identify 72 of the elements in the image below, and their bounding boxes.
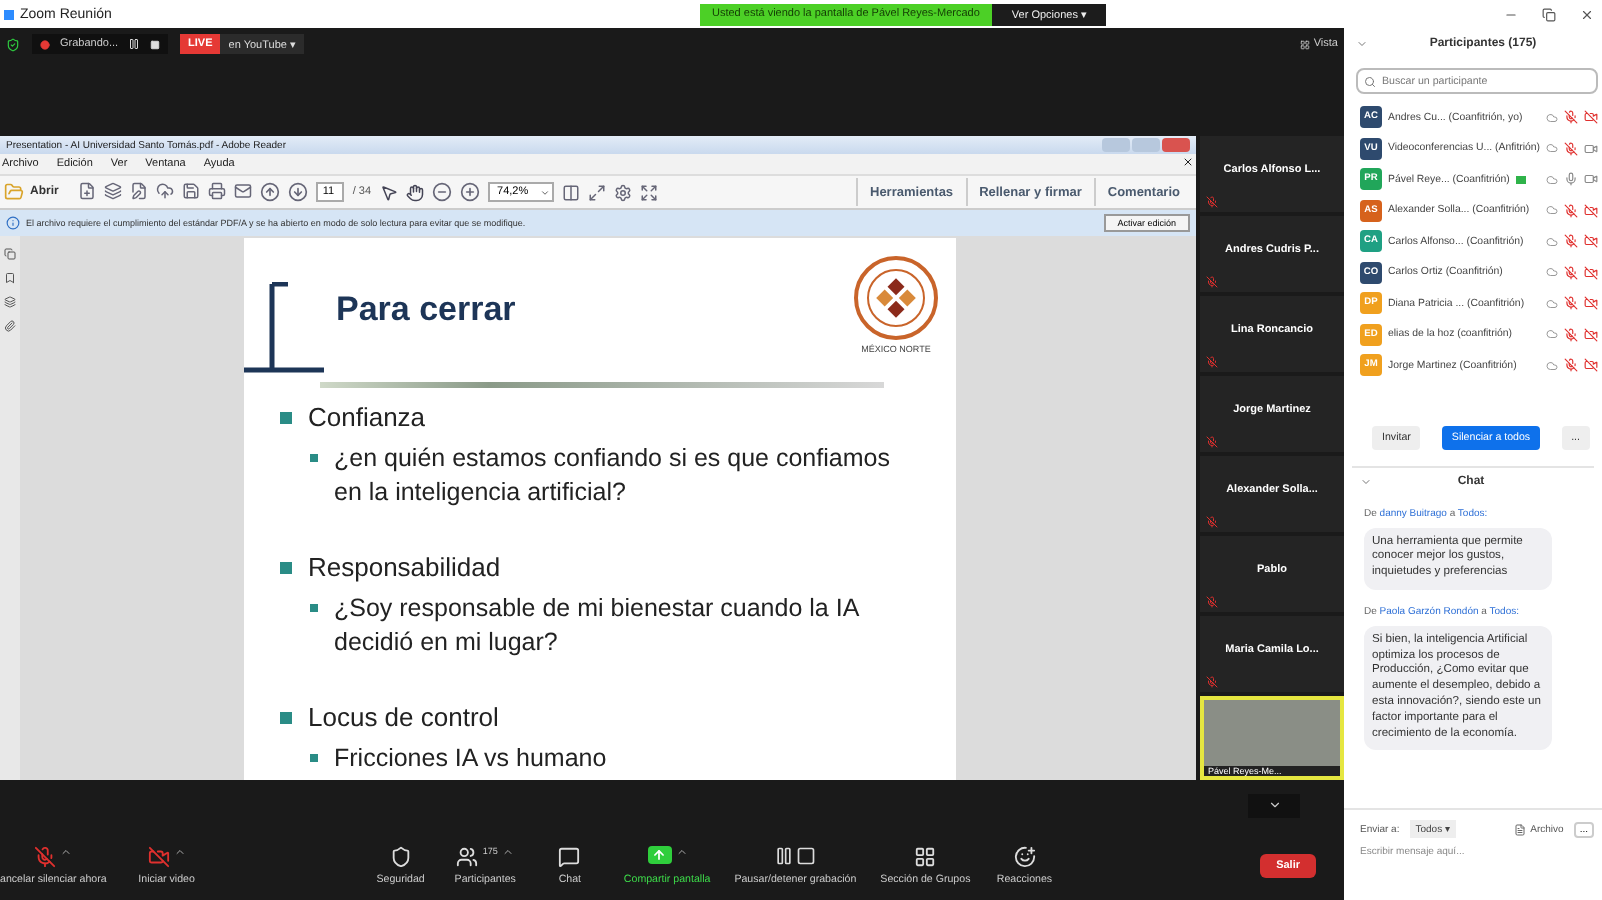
cloud-upload-icon[interactable] bbox=[156, 182, 175, 200]
hand-icon[interactable] bbox=[405, 183, 424, 201]
app-logo-icon bbox=[4, 9, 14, 19]
close-icon[interactable] bbox=[1580, 7, 1594, 21]
zoom-in-icon[interactable] bbox=[459, 182, 480, 202]
expand-icon[interactable] bbox=[640, 183, 659, 201]
cloud-icon bbox=[1546, 328, 1558, 341]
bullet-icon bbox=[280, 562, 292, 574]
cloud-icon bbox=[1546, 142, 1559, 155]
search-icon bbox=[1364, 76, 1376, 88]
bullet-icon bbox=[280, 412, 292, 424]
layers-icon[interactable] bbox=[4, 296, 16, 308]
new-file-icon[interactable] bbox=[78, 182, 97, 200]
printer-icon[interactable] bbox=[208, 182, 227, 200]
folder-icon bbox=[4, 182, 24, 202]
bullet-text: Locus de control bbox=[308, 702, 499, 734]
bullet-icon bbox=[310, 454, 318, 462]
bullet-icon bbox=[310, 754, 318, 762]
stop-icon[interactable] bbox=[150, 39, 161, 49]
cloud-icon bbox=[1546, 235, 1558, 248]
save-icon[interactable] bbox=[182, 182, 201, 200]
chat-bubble-icon bbox=[558, 845, 581, 867]
cloud-icon bbox=[1546, 359, 1558, 372]
edit-document-icon[interactable] bbox=[130, 182, 149, 200]
people-icon bbox=[456, 845, 479, 867]
layers-icon[interactable] bbox=[104, 182, 123, 200]
bookmark-icon[interactable] bbox=[4, 272, 16, 284]
caret-icon bbox=[540, 187, 551, 197]
caret-icon[interactable] bbox=[501, 845, 514, 857]
pointer-icon[interactable] bbox=[379, 183, 398, 201]
record-dot-icon bbox=[40, 39, 50, 49]
grid-icon bbox=[914, 845, 937, 867]
bullet-text: Confianza bbox=[308, 402, 426, 434]
sub-bullet-text: ¿en quién estamos confiando si es que confiamos en la inteligencia artificial? bbox=[334, 442, 892, 510]
university-crest-icon bbox=[852, 254, 940, 342]
grid-icon bbox=[1299, 39, 1310, 49]
share-screen-icon bbox=[647, 845, 672, 863]
pause-stop-icon bbox=[774, 845, 817, 865]
restore-icon[interactable] bbox=[1542, 7, 1556, 21]
document-icon bbox=[1514, 823, 1527, 835]
caret-icon[interactable] bbox=[60, 845, 73, 857]
caret-icon[interactable] bbox=[675, 845, 688, 857]
zoom-out-icon[interactable] bbox=[431, 182, 452, 202]
cloud-icon bbox=[1546, 111, 1558, 124]
gear-icon[interactable] bbox=[614, 183, 633, 201]
sub-bullet-text: Fricciones IA vs humano bbox=[334, 742, 607, 776]
shield-icon bbox=[389, 845, 412, 867]
page-fit-icon[interactable] bbox=[562, 183, 581, 201]
slide-title: Para cerrar bbox=[336, 290, 516, 330]
paperclip-icon[interactable] bbox=[4, 320, 16, 332]
cloud-icon bbox=[1546, 266, 1558, 279]
title-bracket-drawing bbox=[244, 282, 324, 374]
chevron-down-icon bbox=[1267, 798, 1281, 812]
cloud-icon bbox=[1546, 297, 1558, 310]
bullet-icon bbox=[310, 604, 318, 612]
full-width-icon[interactable] bbox=[588, 183, 607, 201]
mail-icon[interactable] bbox=[234, 182, 253, 200]
pause-icon[interactable] bbox=[128, 38, 141, 50]
info-icon bbox=[6, 216, 20, 230]
shield-check-icon bbox=[6, 37, 20, 51]
photo-placeholder bbox=[1204, 700, 1340, 766]
page-down-icon[interactable] bbox=[288, 182, 309, 202]
bullet-text: Responsabilidad bbox=[308, 552, 501, 584]
cloud-icon bbox=[1546, 173, 1558, 186]
smiley-plus-icon bbox=[1013, 845, 1036, 867]
bullet-icon bbox=[280, 712, 292, 724]
cloud-icon bbox=[1546, 204, 1558, 217]
page-up-icon[interactable] bbox=[260, 182, 281, 202]
close-document-icon[interactable] bbox=[1182, 156, 1194, 168]
sub-bullet-text: ¿Soy responsable de mi bienestar cuando la IA decidió en mi lugar? bbox=[334, 592, 861, 660]
caret-icon[interactable] bbox=[173, 845, 186, 857]
pages-icon[interactable] bbox=[4, 248, 16, 260]
